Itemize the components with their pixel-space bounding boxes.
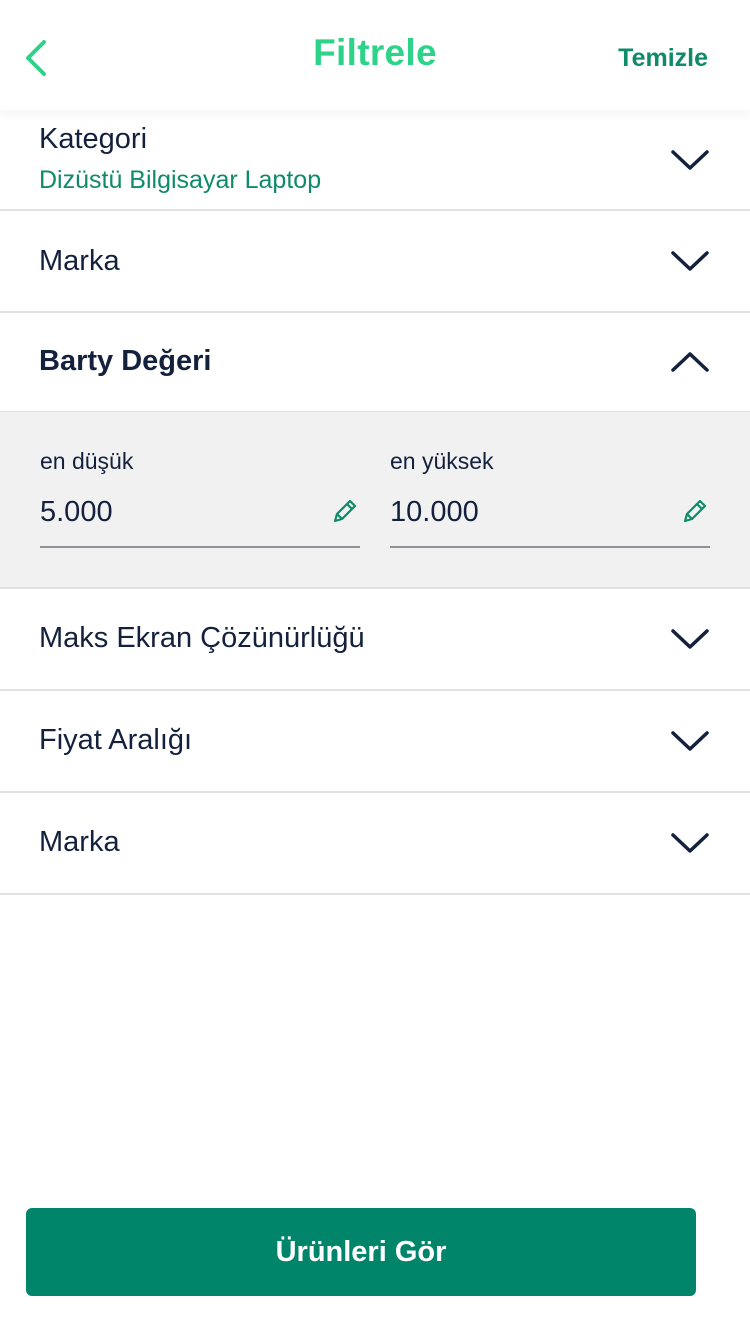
filter-brand-row[interactable]: Marka [0,211,750,313]
filter-screen: Filtrele Temizle Kategori Dizüstü Bilgis… [0,0,750,1334]
header: Filtrele Temizle [0,0,750,110]
filter-category-value: Dizüstü Bilgisayar Laptop [39,166,322,194]
min-label: en düşük [40,448,134,474]
chevron-down-icon [671,833,709,853]
max-value: 10.000 [390,496,479,528]
filter-category-row[interactable]: Kategori Dizüstü Bilgisayar Laptop [0,110,750,211]
chevron-down-icon [671,150,709,170]
filter-brand2-row[interactable]: Marka [0,793,750,895]
min-value-field[interactable]: 5.000 [40,494,360,548]
filter-barty-row[interactable]: Barty Değeri [0,313,750,413]
pencil-icon[interactable] [330,496,360,526]
filter-brand-label: Marka [39,245,120,277]
chevron-up-icon [671,352,709,372]
chevron-down-icon [671,629,709,649]
filter-max-resolution-row[interactable]: Maks Ekran Çözünürlüğü [0,589,750,691]
chevron-down-icon [671,251,709,271]
pencil-icon[interactable] [680,496,710,526]
filter-brand2-label: Marka [39,826,120,858]
show-products-button[interactable]: Ürünleri Gör [26,1208,696,1296]
filter-price-range-row[interactable]: Fiyat Aralığı [0,691,750,793]
max-label: en yüksek [390,448,494,474]
max-value-field[interactable]: 10.000 [390,494,710,548]
filter-max-resolution-label: Maks Ekran Çözünürlüğü [39,622,365,654]
barty-range-panel: en düşük 5.000 en yüksek 10.000 [0,412,750,589]
filter-category-label: Kategori [39,123,148,155]
chevron-down-icon [671,731,709,751]
filter-price-range-label: Fiyat Aralığı [39,724,193,756]
min-value: 5.000 [40,496,113,528]
filter-barty-label: Barty Değeri [39,345,212,377]
clear-button[interactable]: Temizle [618,44,708,73]
